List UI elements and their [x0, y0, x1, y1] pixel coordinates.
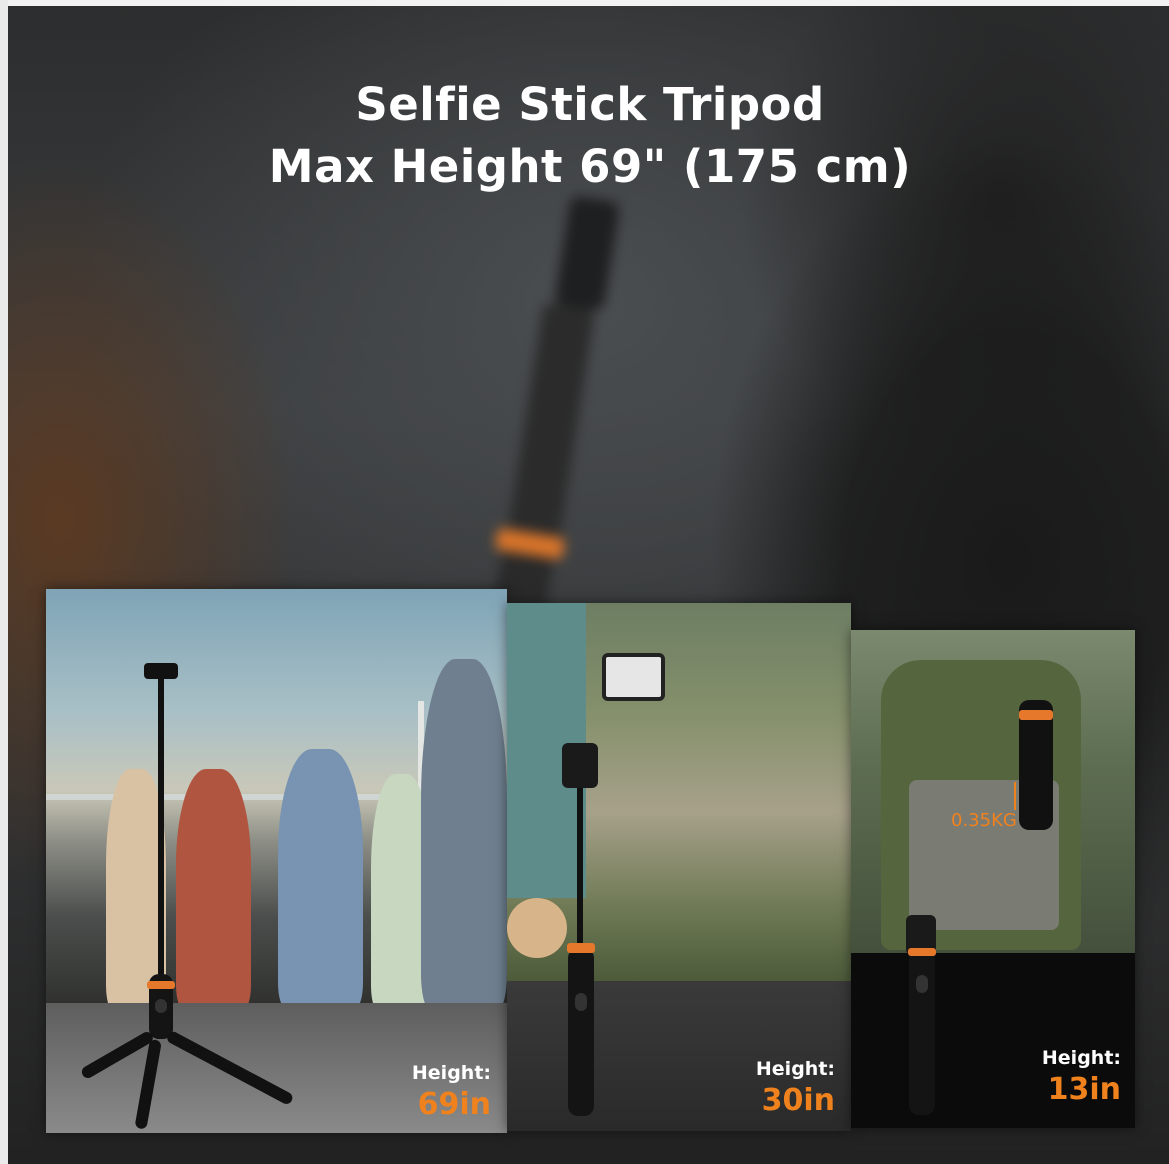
shutter-button-icon [575, 993, 587, 1011]
top-border [0, 0, 1169, 6]
height-value: 69in [417, 1087, 491, 1122]
height-value: 13in [1047, 1072, 1121, 1107]
group-photo-scene [46, 589, 507, 1009]
blurred-selfie-stick [488, 192, 623, 618]
panel-height-13in: 0.35KG Height: 13in [851, 630, 1135, 1128]
tripod-pole [158, 674, 164, 974]
shutter-button-icon [916, 975, 928, 993]
outdoor-selfie-scene [507, 603, 851, 983]
backpack-scene: 0.35KG [851, 630, 1135, 955]
weight-label: 0.35KG [951, 810, 1017, 831]
height-label: Height: [1041, 1047, 1121, 1069]
left-border [0, 0, 8, 1164]
product-banner: Selfie Stick Tripod Max Height 69" (175 … [0, 0, 1169, 1164]
selfie-grip [568, 948, 594, 1116]
panel-height-69in: Height: 69in [46, 589, 507, 1133]
selfie-pole [577, 783, 583, 943]
panel-height-30in: Height: 30in [507, 603, 851, 1131]
height-value: 30in [761, 1083, 835, 1118]
height-label: Height: [755, 1058, 835, 1080]
title-line-2: Max Height 69" (175 cm) [268, 140, 912, 193]
title-line-1: Selfie Stick Tripod [355, 78, 825, 131]
shutter-button-icon [155, 999, 167, 1013]
height-label: Height: [411, 1062, 491, 1084]
phone-holder [602, 653, 665, 701]
